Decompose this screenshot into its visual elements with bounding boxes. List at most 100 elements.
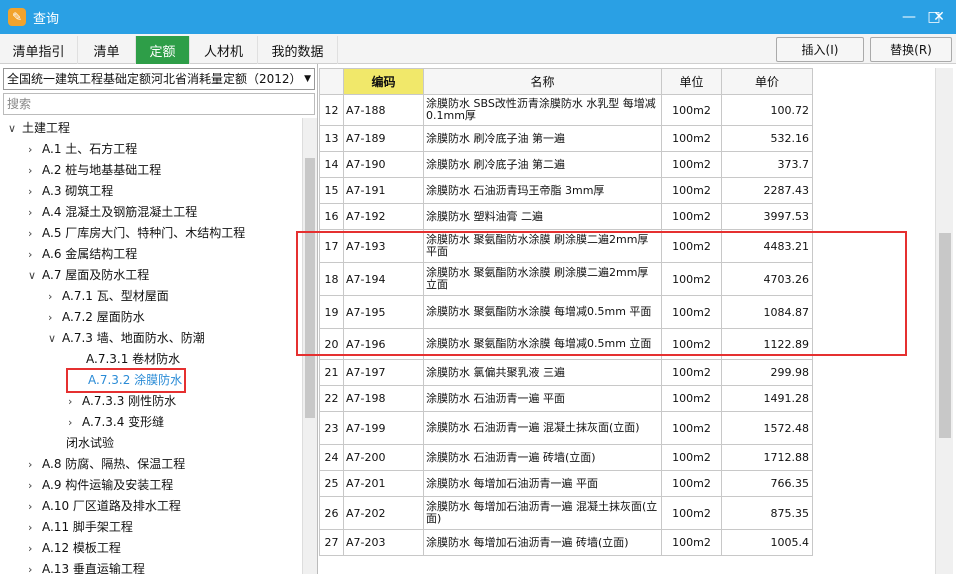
table-row[interactable]: 26 A7-202 涂膜防水 每增加石油沥青一遍 混凝土抹灰面(立面) 100m2 87… bbox=[319, 496, 813, 530]
chevron-right-icon[interactable]: › bbox=[28, 181, 42, 202]
tree-node[interactable]: › A.7.2 屋面防水 bbox=[48, 307, 145, 328]
cell-unit: 100m2 bbox=[661, 444, 722, 471]
tree-node[interactable]: › A.3 砌筑工程 bbox=[28, 181, 113, 202]
chevron-right-icon[interactable]: › bbox=[28, 517, 42, 538]
tab-bill-guide[interactable]: 清单指引 bbox=[0, 36, 78, 64]
cell-no: 16 bbox=[319, 203, 344, 230]
tree-node[interactable]: › A.8 防腐、隔热、保温工程 bbox=[28, 454, 185, 475]
cell-price: 3997.53 bbox=[721, 203, 813, 230]
library-select[interactable]: 全国统一建筑工程基础定额河北省消耗量定额（2012） ▼ bbox=[3, 68, 315, 90]
tree-node[interactable]: › A.9 构件运输及安装工程 bbox=[28, 475, 173, 496]
chevron-right-icon[interactable]: › bbox=[28, 202, 42, 223]
chevron-right-icon[interactable]: › bbox=[48, 286, 62, 307]
tab-quota[interactable]: 定额 bbox=[136, 36, 190, 64]
cell-no: 27 bbox=[319, 529, 344, 556]
tree-node[interactable]: ∨ A.7.3 墙、地面防水、防潮 bbox=[48, 328, 205, 349]
cell-name: 涂膜防水 每增加石油沥青一遍 砖墙(立面) bbox=[423, 529, 662, 556]
tree-node-label: A.7 屋面及防水工程 bbox=[42, 268, 150, 282]
tree-node-label: A.11 脚手架工程 bbox=[42, 520, 133, 534]
chevron-right-icon[interactable]: › bbox=[28, 160, 42, 181]
cell-code: A7-188 bbox=[343, 94, 424, 126]
table-row[interactable]: 23 A7-199 涂膜防水 石油沥青一遍 混凝土抹灰面(立面) 100m2 1572.… bbox=[319, 411, 813, 445]
cell-name: 涂膜防水 每增加石油沥青一遍 混凝土抹灰面(立面) bbox=[423, 496, 662, 530]
cell-unit: 100m2 bbox=[661, 411, 722, 445]
col-header-no[interactable] bbox=[319, 68, 344, 95]
insert-button[interactable]: 插入(I) bbox=[776, 37, 864, 62]
table-row[interactable]: 15 A7-191 涂膜防水 石油沥青玛王帝脂 3mm厚 100m2 2287.43 bbox=[319, 177, 813, 204]
table-row[interactable]: 17 A7-193 涂膜防水 聚氨酯防水涂膜 刷涂膜二遍2mm厚 平面 100m2 44… bbox=[319, 229, 813, 263]
chevron-down-icon[interactable]: ∨ bbox=[8, 118, 22, 139]
replace-button[interactable]: 替换(R) bbox=[870, 37, 952, 62]
tree-node[interactable]: ∨ A.7 屋面及防水工程 bbox=[28, 265, 149, 286]
chevron-right-icon[interactable]: › bbox=[68, 412, 82, 433]
table-row[interactable]: 12 A7-188 涂膜防水 SBS改性沥青涂膜防水 水乳型 每增减0.1mm厚 10… bbox=[319, 94, 813, 126]
cell-price: 4703.26 bbox=[721, 262, 813, 296]
chevron-down-icon[interactable]: ∨ bbox=[48, 328, 62, 349]
tree-scrollbar-thumb[interactable] bbox=[305, 158, 315, 418]
chevron-right-icon[interactable]: › bbox=[28, 538, 42, 559]
tree-node[interactable]: › A.6 金属结构工程 bbox=[28, 244, 137, 265]
col-header-code[interactable]: 编码 bbox=[343, 68, 424, 95]
chevron-right-icon[interactable]: › bbox=[28, 139, 42, 160]
cell-price: 373.7 bbox=[721, 151, 813, 178]
table-row[interactable]: 16 A7-192 涂膜防水 塑料油膏 二遍 100m2 3997.53 bbox=[319, 203, 813, 230]
tree-node[interactable]: ∨ 土建工程 bbox=[8, 118, 70, 139]
tree-node[interactable]: › A.1 土、石方工程 bbox=[28, 139, 137, 160]
tree-node-selected[interactable]: A.7.3.2 涂膜防水 bbox=[65, 368, 187, 393]
chevron-right-icon[interactable]: › bbox=[28, 559, 42, 574]
table-row[interactable]: 22 A7-198 涂膜防水 石油沥青一遍 平面 100m2 1491.28 bbox=[319, 385, 813, 412]
cell-price: 875.35 bbox=[721, 496, 813, 530]
chevron-right-icon[interactable]: › bbox=[28, 223, 42, 244]
tree-node[interactable]: › A.7.3.4 变形缝 bbox=[68, 412, 164, 433]
tab-bill[interactable]: 清单 bbox=[78, 36, 136, 64]
library-select-value: 全国统一建筑工程基础定额河北省消耗量定额（2012） bbox=[7, 72, 302, 86]
tree-node[interactable]: › A.7.3.3 刚性防水 bbox=[68, 391, 176, 412]
table-row[interactable]: 18 A7-194 涂膜防水 聚氨酯防水涂膜 刷涂膜二遍2mm厚 立面 100m2 47… bbox=[319, 262, 813, 296]
col-header-unit[interactable]: 单位 bbox=[661, 68, 722, 95]
tree-scrollbar[interactable] bbox=[302, 118, 317, 574]
table-row[interactable]: 21 A7-197 涂膜防水 氯偏共聚乳液 三遍 100m2 299.98 bbox=[319, 359, 813, 386]
chevron-right-icon[interactable]: › bbox=[48, 307, 62, 328]
minimize-icon[interactable]: — bbox=[900, 8, 918, 26]
tree-node[interactable]: › A.11 脚手架工程 bbox=[28, 517, 133, 538]
tree-node[interactable]: › A.7.1 瓦、型材屋面 bbox=[48, 286, 169, 307]
tree-node-label: A.12 模板工程 bbox=[42, 541, 121, 555]
chevron-right-icon[interactable]: › bbox=[28, 496, 42, 517]
cell-unit: 100m2 bbox=[661, 229, 722, 263]
tree-node[interactable]: › A.2 桩与地基基础工程 bbox=[28, 160, 161, 181]
cell-price: 532.16 bbox=[721, 125, 813, 152]
cell-unit: 100m2 bbox=[661, 94, 722, 126]
col-header-price[interactable]: 单价 bbox=[721, 68, 813, 95]
table-row[interactable]: 27 A7-203 涂膜防水 每增加石油沥青一遍 砖墙(立面) 100m2 1005.4 bbox=[319, 529, 813, 556]
tree-node[interactable]: › A.10 厂区道路及排水工程 bbox=[28, 496, 181, 517]
tree-node[interactable]: › A.4 混凝土及钢筋混凝土工程 bbox=[28, 202, 197, 223]
search-input[interactable]: 搜索 bbox=[3, 93, 315, 115]
table-scrollbar[interactable] bbox=[935, 68, 953, 574]
tree-node[interactable]: 闭水试验 bbox=[66, 433, 114, 454]
table-row[interactable]: 13 A7-189 涂膜防水 刷冷底子油 第一遍 100m2 532.16 bbox=[319, 125, 813, 152]
tree-node-label: 闭水试验 bbox=[66, 436, 115, 450]
table-row[interactable]: 19 A7-195 涂膜防水 聚氨酯防水涂膜 每增减0.5mm 平面 100m2 108… bbox=[319, 295, 813, 329]
table-scrollbar-thumb[interactable] bbox=[939, 233, 951, 438]
cell-code: A7-202 bbox=[343, 496, 424, 530]
chevron-right-icon[interactable]: › bbox=[28, 475, 42, 496]
table-row[interactable]: 20 A7-196 涂膜防水 聚氨酯防水涂膜 每增减0.5mm 立面 100m2 112… bbox=[319, 328, 813, 360]
tab-my-data[interactable]: 我的数据 bbox=[258, 36, 338, 64]
table-row[interactable]: 25 A7-201 涂膜防水 每增加石油沥青一遍 平面 100m2 766.35 bbox=[319, 470, 813, 497]
chevron-right-icon[interactable]: › bbox=[28, 244, 42, 265]
cell-no: 23 bbox=[319, 411, 344, 445]
col-header-name[interactable]: 名称 bbox=[423, 68, 662, 95]
tree-node[interactable]: › A.13 垂直运输工程 bbox=[28, 559, 145, 574]
cell-code: A7-199 bbox=[343, 411, 424, 445]
chevron-right-icon[interactable]: › bbox=[28, 454, 42, 475]
table-row[interactable]: 24 A7-200 涂膜防水 石油沥青一遍 砖墙(立面) 100m2 1712.88 bbox=[319, 444, 813, 471]
close-icon[interactable]: ✕ bbox=[930, 8, 948, 26]
tab-materials[interactable]: 人材机 bbox=[190, 36, 258, 64]
chevron-right-icon[interactable]: › bbox=[68, 391, 82, 412]
chevron-down-icon[interactable]: ∨ bbox=[28, 265, 42, 286]
tree-node[interactable]: A.7.3.1 卷材防水 bbox=[68, 349, 180, 370]
tree-node[interactable]: › A.5 厂库房大门、特种门、木结构工程 bbox=[28, 223, 245, 244]
table-row[interactable]: 14 A7-190 涂膜防水 刷冷底子油 第二遍 100m2 373.7 bbox=[319, 151, 813, 178]
tree-node-label: A.7.3.2 涂膜防水 bbox=[88, 373, 183, 387]
tree-node[interactable]: › A.12 模板工程 bbox=[28, 538, 121, 559]
